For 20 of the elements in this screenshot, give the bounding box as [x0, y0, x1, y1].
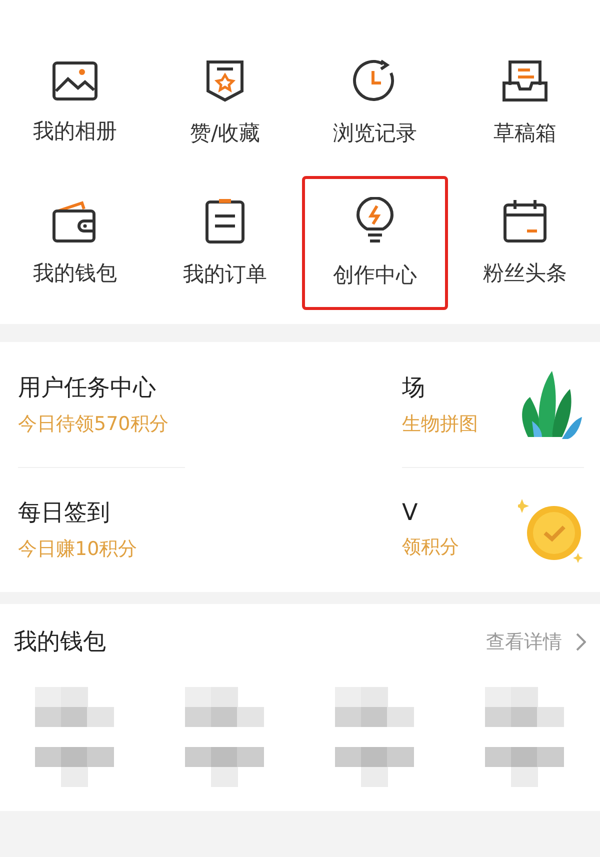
task-title[interactable]: 每日签到	[18, 497, 138, 528]
shortcut-button[interactable]: 创作中心	[302, 176, 448, 310]
section-title: 我的钱包	[14, 628, 106, 657]
wallet-icon	[52, 199, 98, 243]
image-icon	[52, 61, 98, 101]
task-subtitle: 生物拼图	[402, 412, 478, 437]
task-subtitle: 今日待领570积分	[18, 412, 168, 437]
task-subtitle: 领积分	[402, 534, 459, 560]
task-subtitle: 今日赚10积分	[18, 537, 138, 562]
inbox-icon	[502, 59, 548, 103]
chevron-right-icon	[576, 632, 586, 650]
task-title[interactable]: 用户任务中心	[18, 372, 168, 403]
coin-check-drawing	[518, 496, 584, 563]
calendar-icon	[503, 199, 547, 243]
lightbulb-icon	[356, 197, 394, 245]
list-icon	[205, 198, 245, 244]
history-icon	[353, 59, 397, 103]
star-badge-icon	[205, 59, 245, 103]
task-title[interactable]: V	[402, 500, 459, 526]
task-title[interactable]: 场	[402, 372, 478, 403]
